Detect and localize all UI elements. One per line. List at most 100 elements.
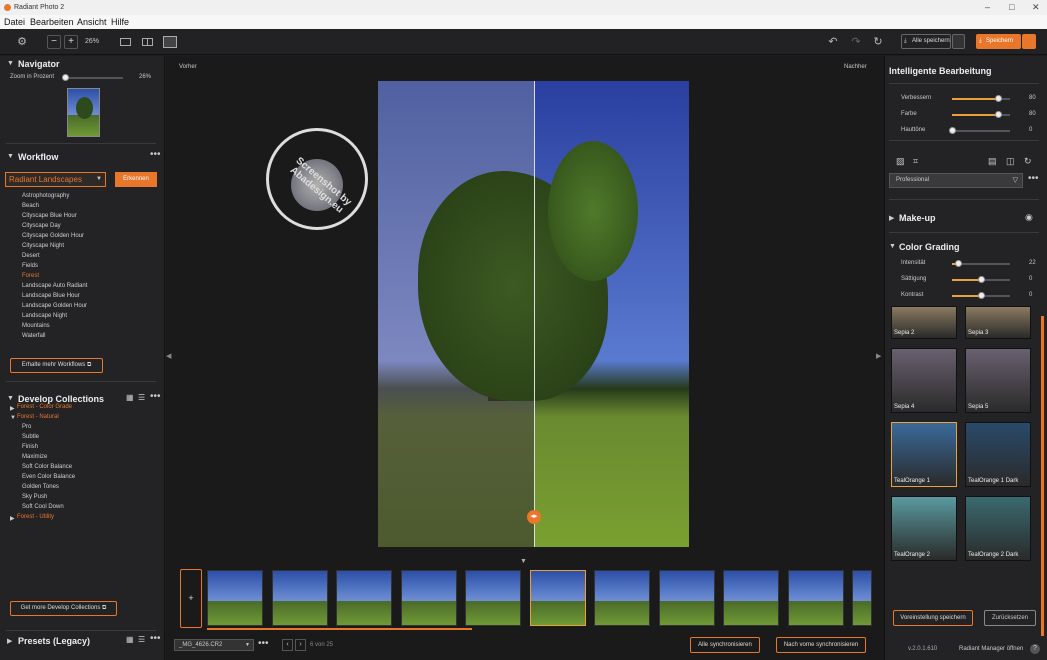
list-view-icon[interactable]: ☰: [138, 393, 145, 402]
preset-thumbnail[interactable]: TealOrange 1 Dark: [965, 422, 1031, 487]
maximize-icon[interactable]: □: [1009, 2, 1014, 12]
workflow-item[interactable]: Cityscape Day: [22, 223, 61, 229]
collection-group[interactable]: Forest - Color Grade: [17, 404, 72, 410]
filmstrip-thumbnail[interactable]: [336, 570, 392, 626]
save-all-options-icon[interactable]: [952, 34, 965, 49]
side-by-side-icon[interactable]: [142, 38, 153, 46]
preset-thumbnail[interactable]: Sepia 2: [891, 306, 957, 339]
more-options-icon[interactable]: •••: [150, 391, 161, 402]
slider-knob[interactable]: [949, 127, 956, 134]
more-options-icon[interactable]: •••: [1028, 173, 1039, 184]
reset-icon[interactable]: ↻: [871, 35, 885, 49]
slider-knob[interactable]: [995, 95, 1003, 102]
add-image-button[interactable]: +: [180, 569, 202, 628]
collection-item[interactable]: Sky Push: [22, 494, 47, 500]
filmstrip-thumbnail[interactable]: [529, 570, 586, 626]
zoom-slider[interactable]: [65, 77, 123, 79]
workflow-item[interactable]: Forest: [22, 273, 39, 279]
compare-icon[interactable]: ▤: [988, 156, 997, 167]
workflow-item[interactable]: Cityscape Golden Hour: [22, 233, 84, 239]
filmstrip-thumbnail[interactable]: [658, 570, 715, 626]
preset-thumbnail[interactable]: TealOrange 1: [891, 422, 957, 487]
collapse-icon[interactable]: ▼: [7, 153, 14, 160]
radiant-manager-link[interactable]: Radiant Manager öffnen: [959, 646, 1023, 652]
sync-all-button[interactable]: Alle synchronisieren: [690, 637, 760, 653]
filmstrip-toggle-icon[interactable]: ▼: [520, 558, 527, 565]
collapse-icon[interactable]: ▼: [7, 395, 14, 402]
grid-view-icon[interactable]: ▦: [126, 393, 134, 402]
preset-thumbnail[interactable]: Sepia 4: [891, 348, 957, 413]
menu-datei[interactable]: Datei: [4, 17, 25, 27]
menu-hilfe[interactable]: Hilfe: [111, 17, 129, 27]
split-handle-icon[interactable]: ◂▸: [527, 510, 541, 524]
workflow-item[interactable]: Waterfall: [22, 333, 45, 339]
filmstrip-thumbnail[interactable]: [723, 570, 779, 626]
sync-forward-button[interactable]: Nach vorne synchronisieren: [776, 637, 866, 653]
crop-icon[interactable]: ⌗: [913, 156, 918, 167]
preset-thumbnail[interactable]: TealOrange 2 Dark: [965, 496, 1031, 561]
visibility-icon[interactable]: ◉: [1025, 212, 1033, 223]
flip-icon[interactable]: ◫: [1006, 156, 1015, 167]
slider-knob[interactable]: [978, 292, 985, 299]
menu-ansicht[interactable]: Ansicht: [77, 17, 107, 27]
list-view-icon[interactable]: ☰: [138, 635, 145, 644]
undo-icon[interactable]: ↶: [826, 35, 840, 49]
collection-item[interactable]: Even Color Balance: [22, 474, 75, 480]
workflow-item[interactable]: Landscape Blue Hour: [22, 293, 80, 299]
workflow-item[interactable]: Desert: [22, 253, 40, 259]
more-collections-button[interactable]: Get more Develop Collections ⧉: [10, 601, 117, 616]
expand-icon[interactable]: ▶: [10, 405, 15, 412]
save-preset-button[interactable]: Voreinstellung speichern: [893, 610, 973, 626]
split-view-icon[interactable]: [163, 36, 177, 48]
filmstrip-thumbnail[interactable]: [271, 570, 328, 626]
filmstrip-thumbnail[interactable]: [852, 570, 872, 626]
collection-group[interactable]: Forest - Utility: [17, 514, 54, 520]
slider-track[interactable]: [952, 130, 1010, 132]
collection-item[interactable]: Golden Tones: [22, 484, 59, 490]
collection-item[interactable]: Maximize: [22, 454, 47, 460]
more-workflows-button[interactable]: Erhalte mehr Workflows ⧉: [10, 358, 103, 373]
image-icon[interactable]: ▨: [896, 156, 905, 167]
filmstrip-thumbnail[interactable]: [787, 570, 844, 626]
next-image-icon[interactable]: ›: [295, 639, 306, 651]
save-button[interactable]: ⤓ Speichern: [976, 34, 1021, 49]
rotate-icon[interactable]: ↻: [1024, 156, 1032, 167]
settings-icon[interactable]: ⚙: [15, 35, 29, 49]
filmstrip-thumbnail[interactable]: [594, 570, 650, 626]
preset-thumbnail[interactable]: TealOrange 2: [891, 496, 957, 561]
workflow-item[interactable]: Mountains: [22, 323, 50, 329]
workflow-item[interactable]: Cityscape Blue Hour: [22, 213, 77, 219]
more-options-icon[interactable]: •••: [258, 638, 269, 649]
preset-thumbnail[interactable]: Sepia 5: [965, 348, 1031, 413]
profile-select[interactable]: Professional ▽: [889, 173, 1023, 188]
save-all-button[interactable]: ⤓ Alle speichern: [901, 34, 951, 49]
main-photo[interactable]: ◂▸: [378, 81, 689, 547]
reset-button[interactable]: Zurücksetzen: [984, 610, 1036, 626]
workflow-item[interactable]: Beach: [22, 203, 39, 209]
redo-icon[interactable]: ↷: [849, 35, 863, 49]
more-options-icon[interactable]: •••: [150, 149, 161, 160]
collapse-icon[interactable]: ▼: [7, 60, 14, 67]
collapse-icon[interactable]: ▼: [889, 243, 896, 250]
save-options-icon[interactable]: [1022, 34, 1036, 49]
workflow-item[interactable]: Landscape Golden Hour: [22, 303, 87, 309]
workflow-select[interactable]: Radiant Landscapes ▼: [5, 172, 106, 187]
split-line[interactable]: [534, 81, 535, 547]
collection-item[interactable]: Pro: [22, 424, 31, 430]
collection-item[interactable]: Subtle: [22, 434, 39, 440]
navigator-thumbnail[interactable]: [67, 88, 100, 137]
filmstrip-thumbnail[interactable]: [465, 570, 521, 626]
workflow-item[interactable]: Fields: [22, 263, 38, 269]
zoom-out-button[interactable]: −: [47, 35, 61, 49]
minimize-icon[interactable]: –: [985, 2, 990, 12]
filmstrip-scrollbar[interactable]: [207, 628, 472, 630]
zoom-slider-knob[interactable]: [62, 74, 69, 81]
collapse-icon[interactable]: ▼: [10, 415, 16, 421]
previous-image-icon[interactable]: ‹: [282, 639, 293, 651]
workflow-item[interactable]: Landscape Auto Radiant: [22, 283, 87, 289]
collapse-right-icon[interactable]: ▶: [876, 352, 881, 360]
workflow-item[interactable]: Cityscape Night: [22, 243, 64, 249]
workflow-item[interactable]: Landscape Night: [22, 313, 67, 319]
grid-view-icon[interactable]: ▦: [126, 635, 134, 644]
preset-thumbnail[interactable]: Sepia 3: [965, 306, 1031, 339]
